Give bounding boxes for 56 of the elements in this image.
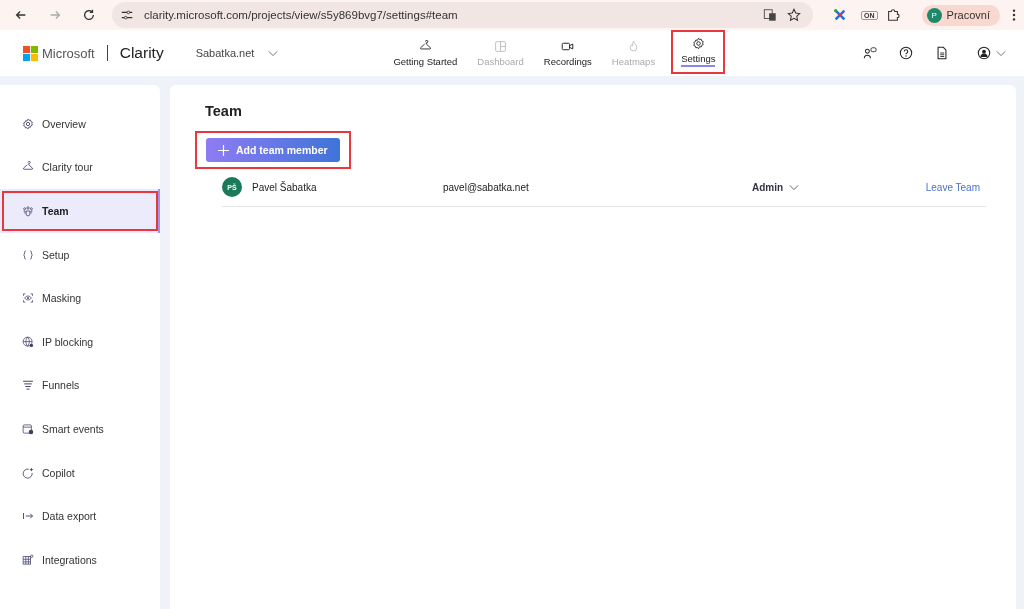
sidebar-item[interactable]: Data export xyxy=(0,494,160,538)
sidebar-item[interactable]: Overview xyxy=(0,102,160,146)
sidebar-item[interactable]: Clarity tour xyxy=(0,145,160,190)
document-icon[interactable] xyxy=(935,46,949,60)
leave-team-link[interactable]: Leave Team xyxy=(925,181,980,193)
sidebar-item[interactable]: Funnels xyxy=(0,363,160,408)
translate-icon[interactable] xyxy=(763,8,778,22)
gear-icon xyxy=(22,117,34,130)
nav-tab[interactable]: Recordings xyxy=(533,30,602,76)
member-email: pavel@sabatka.net xyxy=(443,181,530,193)
calendar-icon xyxy=(22,422,34,435)
grid-icon xyxy=(22,553,34,566)
flame-icon xyxy=(627,39,640,53)
user-icon xyxy=(977,46,991,60)
help-icon[interactable] xyxy=(899,46,913,60)
braces-icon xyxy=(22,248,34,261)
sidebar-item[interactable]: Masking xyxy=(0,276,160,320)
account-menu[interactable] xyxy=(977,46,1006,60)
profile-button[interactable]: P Pracovní xyxy=(921,4,1000,26)
address-bar[interactable]: clarity.microsoft.com/projects/view/s5y869bvg7/settings#team xyxy=(112,2,814,28)
sidebar-item[interactable]: IP blocking xyxy=(0,319,160,364)
sidebar-item[interactable]: Copilot xyxy=(0,450,160,495)
funnel-icon xyxy=(22,379,34,392)
nav-tab[interactable]: Settings xyxy=(671,30,726,74)
gear-icon xyxy=(691,37,705,50)
star-icon[interactable] xyxy=(787,8,802,22)
back-icon[interactable] xyxy=(14,8,28,22)
microsoft-logo-icon xyxy=(23,45,38,61)
hanger-icon xyxy=(418,39,432,53)
sidebar-item[interactable]: Smart events xyxy=(0,407,160,451)
eye-scan-icon xyxy=(22,292,34,305)
add-team-member-button[interactable]: Add team member xyxy=(206,138,340,162)
sidebar-item[interactable]: Team xyxy=(0,189,160,233)
sidebar-item[interactable]: Integrations xyxy=(0,537,160,582)
member-name: Pavel Šabatka xyxy=(252,181,318,193)
reload-icon[interactable] xyxy=(82,8,96,22)
profile-avatar: P xyxy=(926,7,942,23)
dashboard-icon xyxy=(494,39,507,53)
project-selector[interactable]: Sabatka.net xyxy=(195,47,279,59)
puzzle-icon[interactable] xyxy=(885,8,900,22)
plus-icon xyxy=(218,144,229,156)
nav-tab[interactable]: Getting Started xyxy=(383,30,468,76)
sparkle-icon xyxy=(22,466,34,479)
extension-icon[interactable] xyxy=(833,8,848,22)
globe-icon xyxy=(22,335,34,348)
role-dropdown[interactable]: Admin xyxy=(752,181,800,193)
chevron-down-icon xyxy=(789,183,800,191)
page-title: Team xyxy=(205,103,243,119)
brand-name: Microsoft xyxy=(42,45,95,61)
site-settings-icon[interactable] xyxy=(120,8,134,22)
product-name: Clarity xyxy=(119,44,164,62)
people-chat-icon[interactable] xyxy=(863,46,877,60)
sidebar-item[interactable]: Setup xyxy=(0,232,160,277)
chevron-down-icon xyxy=(996,49,1006,57)
more-icon[interactable] xyxy=(1012,8,1016,22)
chevron-down-icon xyxy=(268,49,279,57)
